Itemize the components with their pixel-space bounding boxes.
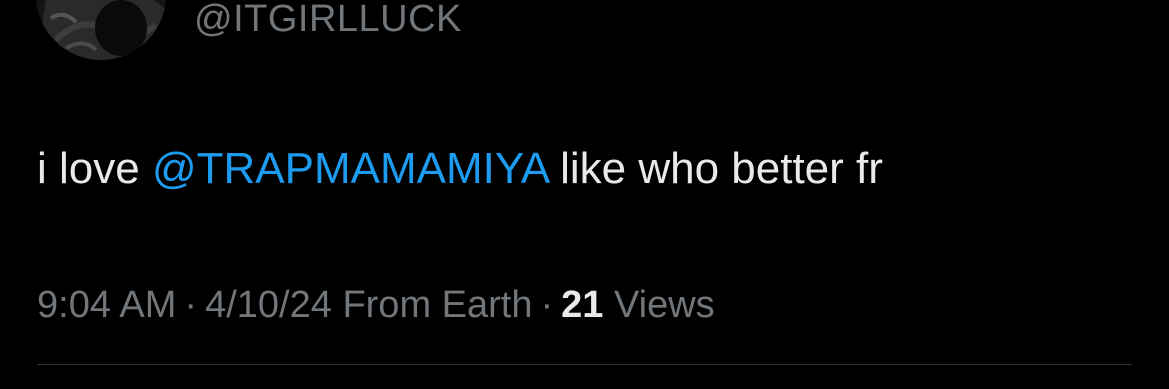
views-label[interactable]: Views [614,284,715,326]
tweet-time[interactable]: 9:04 AM [37,284,176,326]
tweet-date[interactable]: 4/10/24 [205,284,332,326]
tweet-source: From Earth [342,284,533,326]
author-handle[interactable]: @ITGIRLLUCK [194,0,462,41]
mention-link[interactable]: @TRAPMAMAMIYA [152,144,548,193]
avatar-image [36,0,166,60]
divider [37,364,1132,365]
tweet-meta: 9:04 AM · 4/10/24 From Earth · 21 Views [37,282,715,328]
tweet-text-after: like who better fr [547,144,883,193]
meta-separator: · [540,284,554,326]
avatar[interactable] [36,0,166,60]
tweet-text: i love @TRAPMAMAMIYA like who better fr [37,143,883,195]
tweet-text-before: i love [37,144,152,193]
meta-separator: · [184,284,198,326]
views-count[interactable]: 21 [561,284,603,326]
